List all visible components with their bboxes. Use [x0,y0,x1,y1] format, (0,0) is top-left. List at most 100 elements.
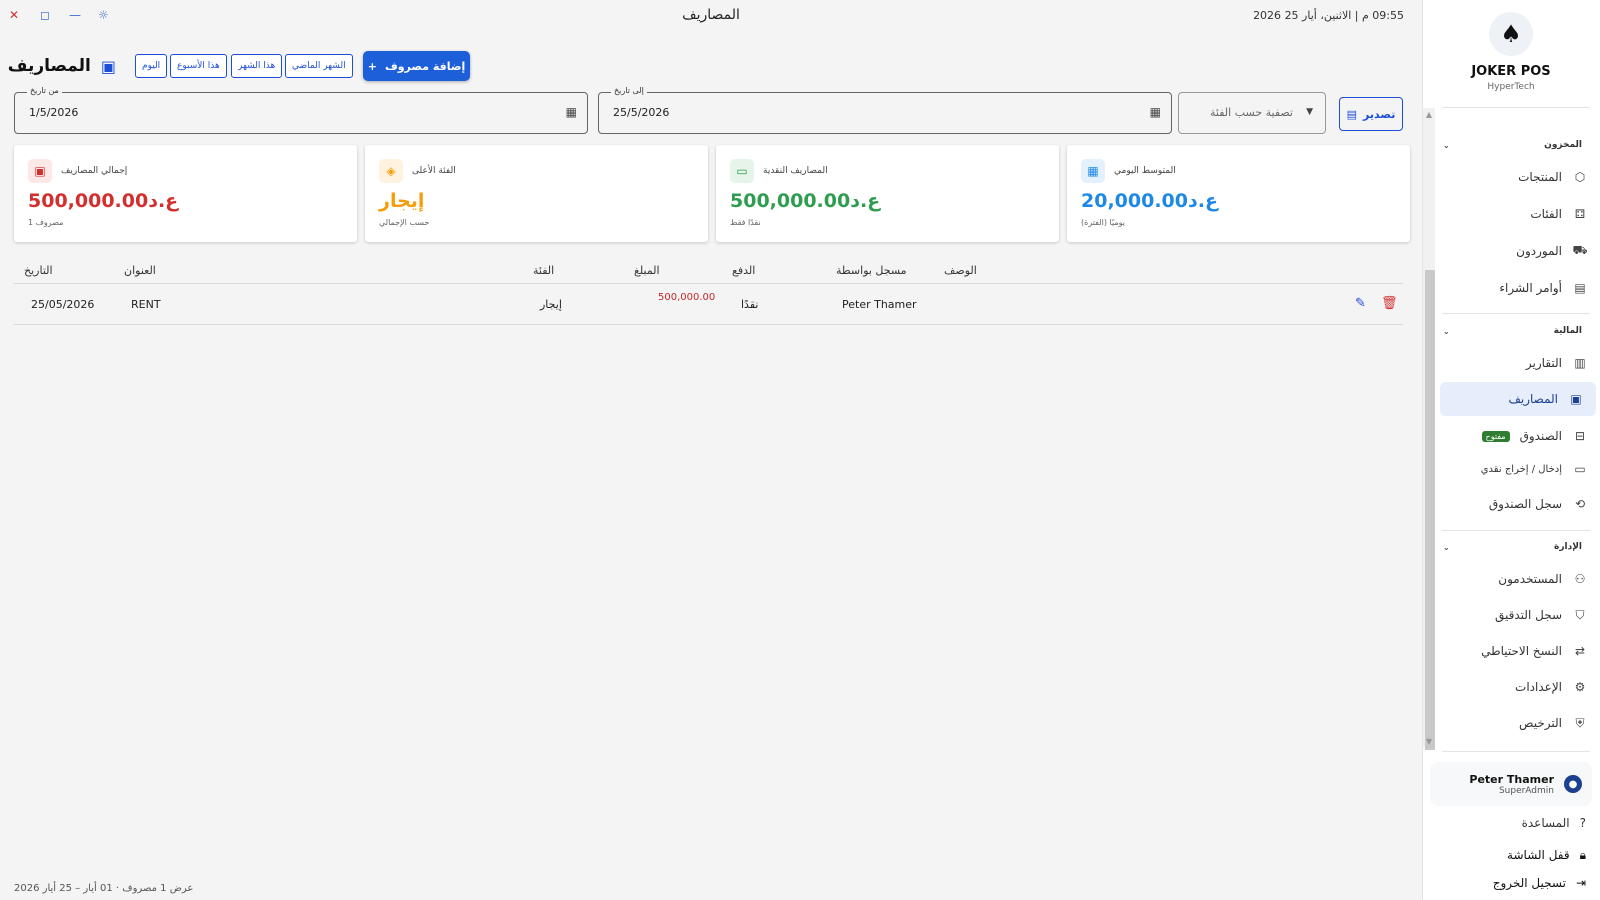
stat-card-top-category: ◈ الفئة الأعلى إيجار حسب الإجمالي [365,145,708,242]
brand-subtitle: HyperTech [1487,82,1535,92]
sidebar-item-label: الصندوق [1519,429,1562,443]
quick-filter-last-month[interactable]: الشهر الماضي [285,54,353,78]
cell-category: إيجار [540,298,562,311]
sidebar-item-users[interactable]: المستخدمون ⚇ [1432,562,1600,596]
col-category[interactable]: الفئة [533,264,554,277]
wallet-icon: ▣ [1570,392,1582,406]
divider [1442,313,1590,314]
sidebar-item-label: إدخال / إخراج نقدي [1480,463,1562,475]
table-row[interactable]: 25/05/2026 RENT إيجار 500,000.00 نقدًا P… [14,285,1403,325]
quick-filter-this-month[interactable]: هذا الشهر [231,54,283,78]
tag-icon: ◈ [379,159,403,183]
stat-card-value: 500,000.00ع.د [730,190,881,212]
sidebar-item-categories[interactable]: الفئات ⚃ [1432,197,1600,231]
logout-icon: ⇥ [1575,876,1586,890]
sidebar-item-label: المستخدمون [1498,572,1562,586]
section-admin[interactable]: ⌄ الإدارة [1443,540,1582,554]
stat-card-title: الفئة الأعلى [412,166,456,176]
sidebar-item-label: النسخ الاحتياطي [1481,644,1562,658]
section-admin-label: الإدارة [1554,542,1582,552]
scroll-up-icon[interactable]: ▲ [1423,110,1435,119]
to-date-field[interactable]: إلى تاريخ 25/5/2026 ▦ [598,86,1172,134]
sidebar-item-reports[interactable]: التقارير ▥ [1432,346,1600,380]
page-title: المصاريف ▣ [8,56,116,76]
sidebar-item-expenses[interactable]: المصاريف ▣ [1440,382,1596,416]
section-inventory-label: المخزون [1544,140,1582,150]
category-filter-placeholder: تصفية حسب الفئة [1210,106,1293,119]
from-date-field[interactable]: من تاريخ 1/5/2026 ▦ [14,86,588,134]
truck-icon: ⛟ [1572,243,1588,257]
col-payment[interactable]: الدفع [732,264,755,277]
calendar-icon: ▦ [1081,159,1105,183]
sidebar-item-suppliers[interactable]: الموردون ⛟ [1432,234,1600,268]
user-card[interactable]: Peter Thamer SuperAdmin ● [1430,762,1592,806]
to-date-value[interactable]: 25/5/2026 [613,106,669,119]
section-finance[interactable]: ⌄ المالية [1443,324,1582,338]
help-icon: ? [1579,816,1586,830]
section-inventory[interactable]: ⌄ المخزون [1443,138,1582,152]
chevron-down-icon[interactable]: ⌄ [1443,327,1450,336]
dropdown-arrow-icon: ▼ [1306,107,1313,117]
calendar-icon[interactable]: ▦ [1150,105,1161,119]
add-expense-label: إضافة مصروف [384,59,466,73]
backup-icon: ⇄ [1574,644,1586,658]
sidebar-item-settings[interactable]: الإعدادات ⚙ [1432,670,1600,704]
calendar-icon[interactable]: ▦ [566,105,577,119]
brand: ♠ JOKER POS HyperTech [1422,12,1600,92]
category-filter-select[interactable]: تصفية حسب الفئة ▼ [1178,92,1326,134]
stat-card-title: المصاريف النقدية [763,166,828,176]
stat-card-title: المتوسط اليومي [1114,166,1176,176]
divider [1442,530,1590,531]
datetime-display: 09:55 م | الاثنين، أيار 25 2026 [1253,9,1404,22]
sidebar-item-label: أوامر الشراء [1499,281,1562,295]
user-name: Peter Thamer [1469,772,1554,786]
sidebar-item-label: الموردون [1516,244,1562,258]
sidebar-item-cashbox-log[interactable]: سجل الصندوق ⟲ [1432,487,1600,521]
sidebar-item-products[interactable]: المنتجات ⬡ [1432,160,1600,194]
sidebar-item-license[interactable]: الترخيص ⛨ [1432,706,1600,740]
stat-card-cash: ▭ المصاريف النقدية 500,000.00ع.د نقدًا ف… [716,145,1059,242]
divider [1442,751,1590,752]
stat-card-subtitle: مصروف 1 [28,218,64,227]
lock-icon: 🔒︎ [1579,847,1586,862]
from-date-value[interactable]: 1/5/2026 [29,106,78,119]
chevron-down-icon[interactable]: ⌄ [1443,543,1450,552]
sidebar-item-cash-in-out[interactable]: إدخال / إخراج نقدي ▭ [1432,452,1600,486]
col-title[interactable]: العنوان [124,264,156,277]
export-button[interactable]: ▤ تصدير [1339,97,1403,131]
logout-label: تسجيل الخروج [1492,876,1566,890]
to-date-label: إلى تاريخ [611,86,647,95]
footer-summary: عرض 1 مصروف · 01 أيار – 25 أيار 2026 [14,883,194,894]
chevron-down-icon[interactable]: ⌄ [1443,141,1450,150]
stat-card-value: 500,000.00ع.د [28,190,179,212]
col-amount[interactable]: المبلغ [634,264,660,277]
sidebar-item-backup[interactable]: النسخ الاحتياطي ⇄ [1432,634,1600,668]
cell-date: 25/05/2026 [31,298,95,311]
shapes-icon: ⚃ [1574,207,1586,221]
sidebar-item-cashbox[interactable]: مفتوح الصندوق ⊟ [1432,419,1600,453]
cell-amount: 500,000.00 [658,292,716,303]
cash-icon: ▭ [1574,462,1586,476]
col-recorded-by[interactable]: مسجل بواسطة [836,264,907,277]
add-expense-button[interactable]: + إضافة مصروف [363,51,470,81]
edit-icon[interactable]: ✎ [1355,296,1366,311]
delete-icon[interactable]: 🗑 [1381,296,1398,311]
cell-title: RENT [131,298,161,311]
brand-name: JOKER POS [1471,64,1551,79]
col-date[interactable]: التاريخ [24,264,53,277]
lock-screen-link[interactable]: قفل الشاشة 🔒︎ [1507,844,1586,866]
quick-filter-this-week[interactable]: هذا الأسبوع [170,54,227,78]
quick-filter-today[interactable]: اليوم [135,54,168,78]
spade-logo-icon: ♠ [1489,12,1533,56]
help-link[interactable]: المساعدة ? [1522,812,1586,834]
sidebar-item-purchase-orders[interactable]: أوامر الشراء ▤ [1432,271,1600,305]
plus-icon: + [367,59,377,73]
logout-link[interactable]: تسجيل الخروج ⇥ [1493,872,1586,894]
lock-label: قفل الشاشة [1507,848,1570,862]
divider [1442,107,1590,108]
sidebar-item-audit-log[interactable]: سجل التدقيق ⛉ [1432,598,1600,632]
user-info: Peter Thamer SuperAdmin [1469,773,1554,796]
col-description[interactable]: الوصف [944,264,977,277]
users-icon: ⚇ [1574,572,1586,586]
cash-icon: ▭ [730,159,754,183]
